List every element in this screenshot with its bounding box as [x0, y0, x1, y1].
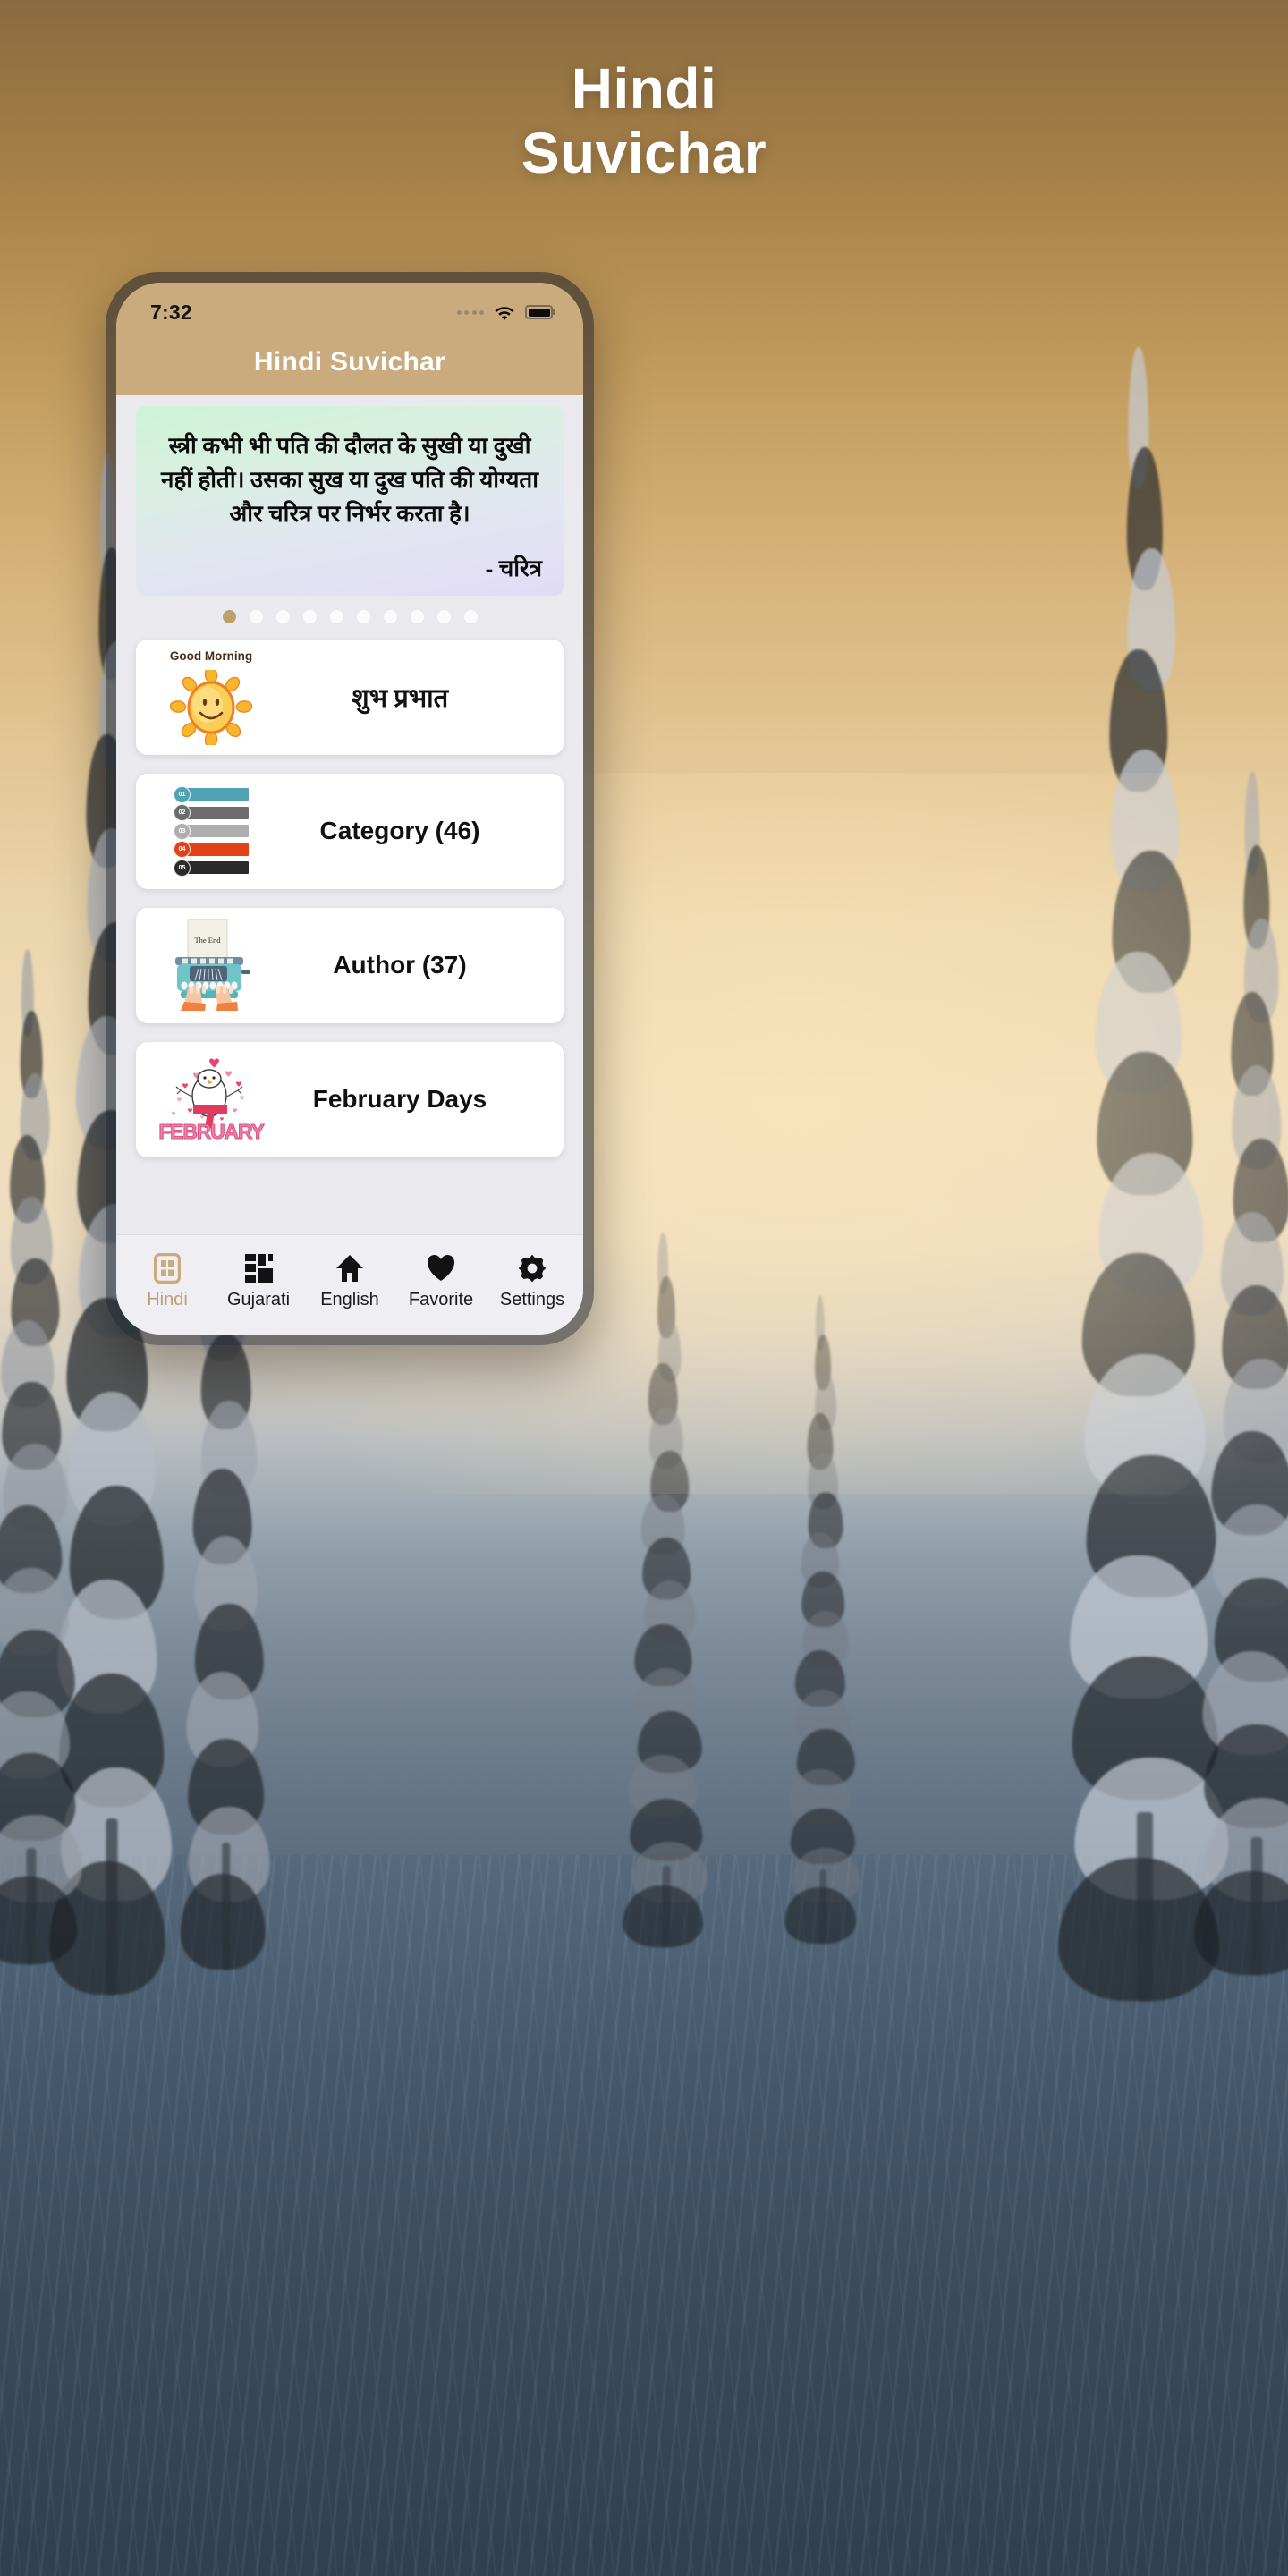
- menu-card-typewriter[interactable]: The End Author (37): [136, 907, 564, 1023]
- nav-item-label: English: [320, 1289, 379, 1309]
- grid-window-icon: [154, 1252, 181, 1284]
- snowy-pine-tree: [0, 949, 82, 1964]
- snowy-pine-tree: [623, 1233, 708, 1947]
- battery-full-icon: [525, 305, 553, 319]
- status-bar: 7:32: [116, 295, 583, 329]
- pager-dot[interactable]: [463, 609, 478, 623]
- nav-item-settings[interactable]: Settings: [487, 1253, 578, 1310]
- app-bar: Hindi Suvichar: [116, 329, 583, 395]
- phone-screen: 7:32 Hindi Suvichar स्त्री कभी भी पति की…: [116, 283, 583, 1335]
- pager-dot[interactable]: [383, 609, 397, 623]
- gear-icon: [518, 1253, 547, 1284]
- menu-card-february-hearts[interactable]: FEBRUARY February Days: [136, 1041, 564, 1157]
- february-hearts-icon: FEBRUARY: [152, 1051, 270, 1148]
- app-bar-title: Hindi Suvichar: [253, 347, 446, 377]
- nav-item-label: Gujarati: [226, 1289, 291, 1309]
- tan-top-area: 7:32 Hindi Suvichar: [116, 283, 583, 395]
- quote-card[interactable]: स्त्री कभी भी पति की दौलत के सुखी या दुख…: [136, 406, 564, 596]
- snowy-pine-tree: [784, 1294, 860, 1944]
- menu-card-label: शुभ प्रभात: [351, 683, 449, 713]
- dashboard-blocks-icon: [244, 1253, 273, 1284]
- signal-dots-icon: [456, 309, 484, 315]
- menu-card-good-morning-sun[interactable]: Good Morning शुभ प्रभात: [136, 639, 564, 755]
- typewriter-icon: The End: [152, 917, 270, 1013]
- heart-icon: [426, 1253, 456, 1284]
- category-bars-icon: 01 02 03 04 05: [152, 783, 270, 879]
- status-bar-time: 7:32: [150, 300, 192, 324]
- pager-dot[interactable]: [329, 609, 343, 623]
- pager-dot-active[interactable]: [222, 609, 236, 623]
- nav-item-hindi[interactable]: Hindi: [122, 1252, 213, 1310]
- pager-dot[interactable]: [249, 609, 263, 623]
- pager-dot[interactable]: [302, 609, 317, 623]
- wifi-icon: [494, 304, 515, 321]
- quote-author: - चरित्र: [485, 555, 542, 581]
- bottom-navigation-bar[interactable]: Hindi Gujarati English Favorite Settings: [116, 1234, 583, 1335]
- nav-item-favorite[interactable]: Favorite: [395, 1253, 487, 1310]
- screen-scroll-body[interactable]: स्त्री कभी भी पति की दौलत के सुखी या दुख…: [116, 395, 583, 1234]
- phone-mockup-frame: 7:32 Hindi Suvichar स्त्री कभी भी पति की…: [106, 272, 594, 1345]
- nav-item-english[interactable]: English: [304, 1253, 395, 1310]
- carousel-pager-dots[interactable]: [136, 596, 564, 640]
- menu-card-list: Good Morning शुभ प्रभात 01 02 03 04 05 C…: [136, 639, 564, 1157]
- menu-card-category-bars[interactable]: 01 02 03 04 05 Category (46): [136, 773, 564, 889]
- nav-item-label: Hindi: [147, 1289, 188, 1309]
- pager-dot[interactable]: [436, 609, 451, 623]
- nav-item-gujarati[interactable]: Gujarati: [213, 1253, 304, 1310]
- menu-card-label: February Days: [312, 1085, 487, 1114]
- svg-text:The End: The End: [194, 936, 221, 945]
- good-morning-caption: Good Morning: [169, 649, 253, 664]
- home-icon: [335, 1253, 364, 1284]
- nav-item-label: Settings: [499, 1289, 565, 1309]
- menu-card-label: Author (37): [333, 951, 467, 979]
- promo-headline-line-2: Suvichar: [521, 120, 767, 185]
- pager-dot[interactable]: [356, 609, 370, 623]
- promo-headline-line-1: Hindi: [571, 56, 717, 121]
- february-caption: FEBRUARY: [158, 1120, 266, 1144]
- pager-dot[interactable]: [410, 609, 424, 623]
- menu-card-label: Category (46): [319, 817, 480, 845]
- quote-text: स्त्री कभी भी पति की दौलत के सुखी या दुख…: [161, 433, 538, 527]
- pager-dot[interactable]: [275, 609, 290, 623]
- promo-headline: Hindi Suvichar: [0, 56, 1288, 185]
- nav-item-label: Favorite: [408, 1289, 474, 1309]
- good-morning-sun-icon: Good Morning: [152, 648, 270, 750]
- status-bar-indicators: [456, 304, 553, 321]
- snowy-pine-tree: [1193, 772, 1288, 1975]
